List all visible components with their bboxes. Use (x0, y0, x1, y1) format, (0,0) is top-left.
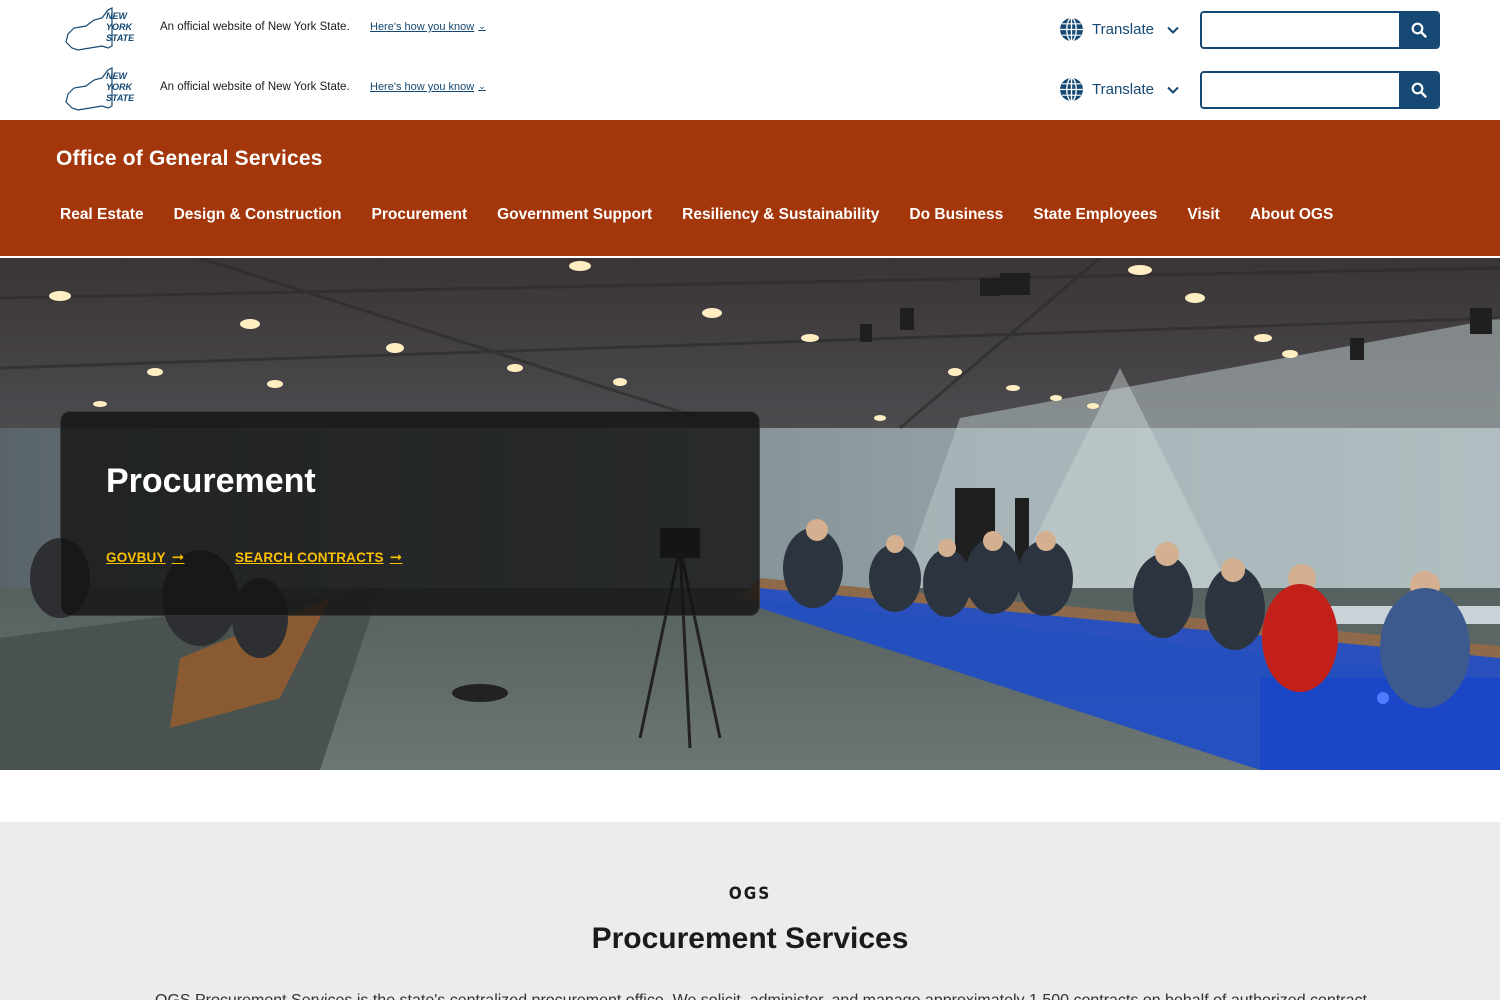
official-site-text: An official website of New York State. (160, 21, 350, 33)
search-contracts-label: SEARCH CONTRACTS (235, 549, 384, 565)
heres-how-you-know-link[interactable]: Here's how you know ⌄ (370, 20, 486, 34)
ny-state-logo[interactable]: NEW YORK STATE (64, 6, 144, 54)
intro-text: OGS Procurement Services is the state's … (155, 992, 1367, 1000)
how-you-know-label: Here's how you know (370, 81, 475, 93)
chevron-down-icon (1167, 86, 1179, 94)
site-search (1200, 11, 1440, 49)
ny-universal-header: NEW YORK STATE An official website of Ne… (0, 0, 1500, 60)
site-search (1200, 71, 1440, 109)
nav-item-government-support[interactable]: Government Support (482, 206, 667, 224)
hero-title: Procurement (106, 462, 316, 500)
section-spacer (0, 770, 1500, 822)
govbuy-link[interactable]: GOVBUY ➞ (106, 548, 185, 566)
globe-icon (1060, 17, 1083, 42)
chevron-down-icon: ⌄ (478, 80, 486, 91)
nav-item-procurement[interactable]: Procurement (357, 206, 483, 224)
heres-how-you-know-link[interactable]: Here's how you know ⌄ (370, 80, 486, 94)
logo-text-2: YORK (106, 22, 134, 32)
globe-icon (1060, 77, 1083, 102)
logo-text-3: STATE (106, 33, 135, 43)
translate-button[interactable]: Translate (1059, 77, 1180, 102)
nav-item-design-construction[interactable]: Design & Construction (159, 206, 357, 224)
logo-text-2: YORK (106, 82, 134, 92)
chevron-down-icon: ⌄ (478, 20, 486, 31)
translate-label: Translate (1092, 81, 1154, 98)
intro-section: OGS Procurement Services OGS Procurement… (0, 822, 1500, 1000)
chevron-down-icon (1167, 26, 1179, 34)
translate-button[interactable]: Translate (1059, 17, 1180, 42)
nav-item-state-employees[interactable]: State Employees (1018, 206, 1172, 224)
search-button[interactable] (1399, 13, 1438, 47)
search-button[interactable] (1399, 73, 1438, 107)
logo-text-1: NEW (106, 71, 129, 81)
hero-card: Procurement GOVBUY ➞ SEARCH CONTRACTS ➞ (60, 411, 760, 616)
translate-label: Translate (1092, 21, 1154, 38)
intro-title: Procurement Services (591, 922, 909, 955)
search-icon (1411, 82, 1427, 98)
intro-eyebrow: OGS (728, 884, 772, 904)
ny-universal-header-duplicate: NEW YORK STATE An official website of Ne… (0, 60, 1500, 120)
agency-title[interactable]: Office of General Services (56, 147, 323, 171)
nav-item-do-business[interactable]: Do Business (894, 206, 1018, 224)
hero-banner: Procurement GOVBUY ➞ SEARCH CONTRACTS ➞ (0, 258, 1500, 770)
how-you-know-label: Here's how you know (370, 21, 475, 33)
logo-text-3: STATE (106, 93, 135, 103)
search-icon (1411, 22, 1427, 38)
official-site-text: An official website of New York State. (160, 81, 350, 93)
govbuy-label: GOVBUY (106, 549, 166, 565)
ny-state-logo[interactable]: NEW YORK STATE (64, 66, 144, 114)
arrow-right-icon: ➞ (389, 549, 403, 566)
agency-header: Office of General Services Real Estate D… (0, 120, 1500, 256)
nav-item-visit[interactable]: Visit (1172, 206, 1234, 224)
main-nav: Real Estate Design & Construction Procur… (45, 206, 1348, 224)
arrow-right-icon: ➞ (171, 549, 185, 566)
logo-text-1: NEW (106, 11, 129, 21)
nav-item-resiliency-sustainability[interactable]: Resiliency & Sustainability (667, 206, 894, 224)
search-contracts-link[interactable]: SEARCH CONTRACTS ➞ (235, 548, 402, 566)
nav-item-about-ogs[interactable]: About OGS (1235, 206, 1349, 224)
nav-item-real-estate[interactable]: Real Estate (45, 206, 159, 224)
search-input[interactable] (1202, 73, 1399, 107)
search-input[interactable] (1202, 13, 1399, 47)
